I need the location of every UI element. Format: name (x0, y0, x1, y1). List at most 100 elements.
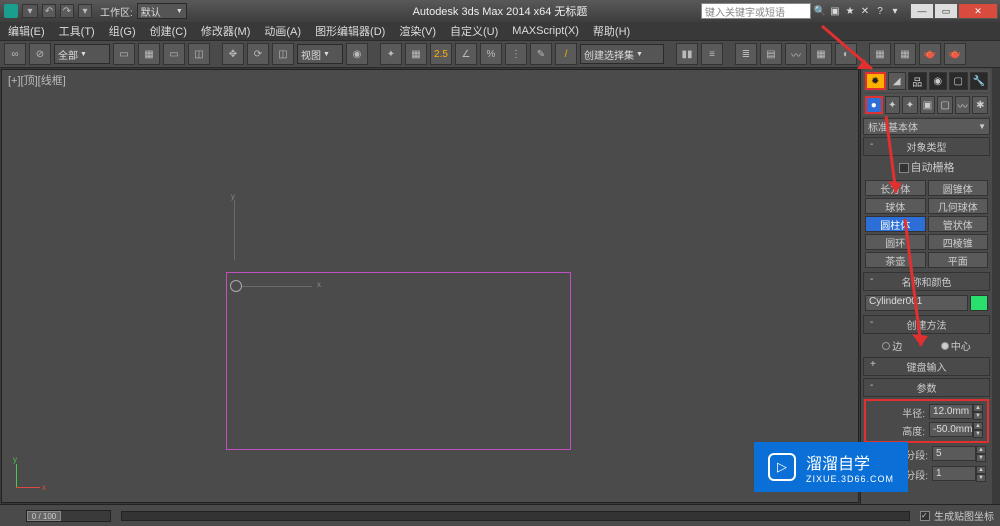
menu-customize[interactable]: 自定义(U) (450, 23, 498, 39)
rollout-create-method[interactable]: 创建方法 (863, 315, 990, 334)
window-crossing-icon[interactable]: ◫ (188, 43, 210, 65)
keymode-icon[interactable]: ▦ (405, 43, 427, 65)
param-radius-input[interactable]: 12.0mm (929, 404, 973, 419)
tab-hierarchy[interactable]: 品 (908, 72, 927, 90)
beam-icon[interactable]: / (555, 43, 577, 65)
exchange-icon[interactable]: ✕ (858, 4, 872, 18)
menu-group[interactable]: 组(G) (109, 23, 136, 39)
menu-edit[interactable]: 编辑(E) (8, 23, 45, 39)
refcoord-select[interactable]: 视图▼ (297, 44, 343, 64)
window-maximize[interactable]: ▭ (934, 3, 958, 19)
rotate-icon[interactable]: ⟳ (247, 43, 269, 65)
align-icon[interactable]: ≡ (701, 43, 723, 65)
qa-undo-icon[interactable]: ↶ (42, 4, 56, 18)
move-icon[interactable]: ✥ (222, 43, 244, 65)
prim-geosphere[interactable]: 几何球体 (928, 198, 989, 214)
tab-display[interactable]: ▢ (949, 72, 968, 90)
rollout-params[interactable]: 参数 (863, 378, 990, 397)
param-csegs-input[interactable]: 1 (932, 466, 976, 481)
named-selection-set[interactable]: 创建选择集▼ (580, 44, 664, 64)
genmap-checkbox[interactable] (920, 511, 930, 521)
comm-icon[interactable]: ▣ (828, 4, 842, 18)
radio-edge[interactable] (882, 342, 890, 350)
render-prod-icon[interactable]: 🫖 (919, 43, 941, 65)
rollout-name-color[interactable]: 名称和颜色 (863, 272, 990, 291)
viewport-top[interactable]: [+][顶][线框] y x y x (1, 69, 859, 503)
percent-snap-icon[interactable]: % (480, 43, 502, 65)
spinner-snap-icon[interactable]: ⋮ (505, 43, 527, 65)
menu-help[interactable]: 帮助(H) (593, 23, 630, 39)
graphite-icon[interactable]: ▤ (760, 43, 782, 65)
angle-snap-icon[interactable]: ∠ (455, 43, 477, 65)
time-slider-knob[interactable]: 0 / 100 (27, 511, 61, 521)
select-name-icon[interactable]: ▦ (138, 43, 160, 65)
qa-save-icon[interactable]: ▾ (78, 4, 92, 18)
scale-icon[interactable]: ◫ (272, 43, 294, 65)
prim-box[interactable]: 长方体 (865, 180, 926, 196)
layers-icon[interactable]: ≣ (735, 43, 757, 65)
select-manip-icon[interactable]: ✦ (380, 43, 402, 65)
menu-grapheditors[interactable]: 图形编辑器(D) (315, 23, 385, 39)
prim-pyramid[interactable]: 四棱锥 (928, 234, 989, 250)
cat-shapes[interactable]: ✦ (885, 96, 901, 114)
help-icon[interactable]: ? (873, 4, 887, 18)
prim-torus[interactable]: 圆环 (865, 234, 926, 250)
pivot-center-icon[interactable]: ◉ (346, 43, 368, 65)
infocenter-search[interactable]: 键入关键字或短语 (701, 3, 811, 19)
subcategory-dropdown[interactable]: 标准基本体 (863, 118, 990, 135)
height-down-icon[interactable]: ▼ (973, 430, 983, 438)
cat-systems[interactable]: ✱ (972, 96, 988, 114)
object-color-swatch[interactable] (970, 295, 988, 311)
star-icon[interactable]: ★ (843, 4, 857, 18)
prim-plane[interactable]: 平面 (928, 252, 989, 268)
unlink-icon[interactable]: ⊘ (29, 43, 51, 65)
radius-up-icon[interactable]: ▲ (973, 404, 983, 412)
prim-teapot[interactable]: 茶壶 (865, 252, 926, 268)
timeline-track[interactable] (121, 511, 910, 521)
cat-helpers[interactable]: ▢ (937, 96, 953, 114)
render-iter-icon[interactable]: 🫖 (944, 43, 966, 65)
mirror-icon[interactable]: ▮▮ (676, 43, 698, 65)
search-go-icon[interactable]: 🔍 (813, 4, 827, 18)
render-setup-icon[interactable]: ▦ (869, 43, 891, 65)
qa-open-icon[interactable]: ▾ (22, 4, 38, 18)
hsegs-up-icon[interactable]: ▲ (976, 446, 986, 454)
link-icon[interactable]: ∞ (4, 43, 26, 65)
radius-down-icon[interactable]: ▼ (973, 412, 983, 420)
curve-editor-icon[interactable]: 〰 (785, 43, 807, 65)
csegs-down-icon[interactable]: ▼ (976, 474, 986, 482)
rollout-keyboard-entry[interactable]: 键盘输入 (863, 357, 990, 376)
prim-cylinder[interactable]: 圆柱体 (865, 216, 926, 232)
tab-utilities[interactable]: 🔧 (970, 72, 989, 90)
prim-cone[interactable]: 圆锥体 (928, 180, 989, 196)
command-panel-scrollbar[interactable] (992, 68, 1000, 504)
time-slider[interactable]: 0 / 100 (26, 510, 111, 522)
object-name-input[interactable]: Cylinder001 (865, 295, 968, 311)
snaps-toggle-num[interactable]: 2.5 (430, 43, 452, 65)
height-up-icon[interactable]: ▲ (973, 422, 983, 430)
cat-geometry[interactable]: ● (865, 96, 883, 114)
tab-motion[interactable]: ◉ (929, 72, 948, 90)
material-editor-icon[interactable]: ◐ (835, 43, 857, 65)
menu-rendering[interactable]: 渲染(V) (399, 23, 436, 39)
workspace-select[interactable]: 默认▼ (137, 3, 187, 19)
window-close[interactable]: ✕ (958, 3, 998, 19)
viewport-label[interactable]: [+][顶][线框] (8, 72, 66, 88)
tab-create[interactable]: ✹ (865, 72, 886, 90)
radio-center[interactable] (941, 342, 949, 350)
param-hsegs-input[interactable]: 5 (932, 446, 976, 461)
tab-modify[interactable]: ◢ (888, 72, 907, 90)
selection-filter[interactable]: 全部▼ (54, 44, 110, 64)
menu-create[interactable]: 创建(C) (150, 23, 187, 39)
hsegs-down-icon[interactable]: ▼ (976, 454, 986, 462)
edit-named-sel-icon[interactable]: ✎ (530, 43, 552, 65)
csegs-up-icon[interactable]: ▲ (976, 466, 986, 474)
prim-sphere[interactable]: 球体 (865, 198, 926, 214)
autogrid-checkbox[interactable] (899, 163, 909, 173)
menu-tools[interactable]: 工具(T) (59, 23, 95, 39)
window-minimize[interactable]: — (910, 3, 934, 19)
param-height-input[interactable]: -50.0mm (929, 422, 973, 437)
qa-redo-icon[interactable]: ↷ (60, 4, 74, 18)
schematic-icon[interactable]: ▦ (810, 43, 832, 65)
menu-maxscript[interactable]: MAXScript(X) (512, 25, 579, 37)
